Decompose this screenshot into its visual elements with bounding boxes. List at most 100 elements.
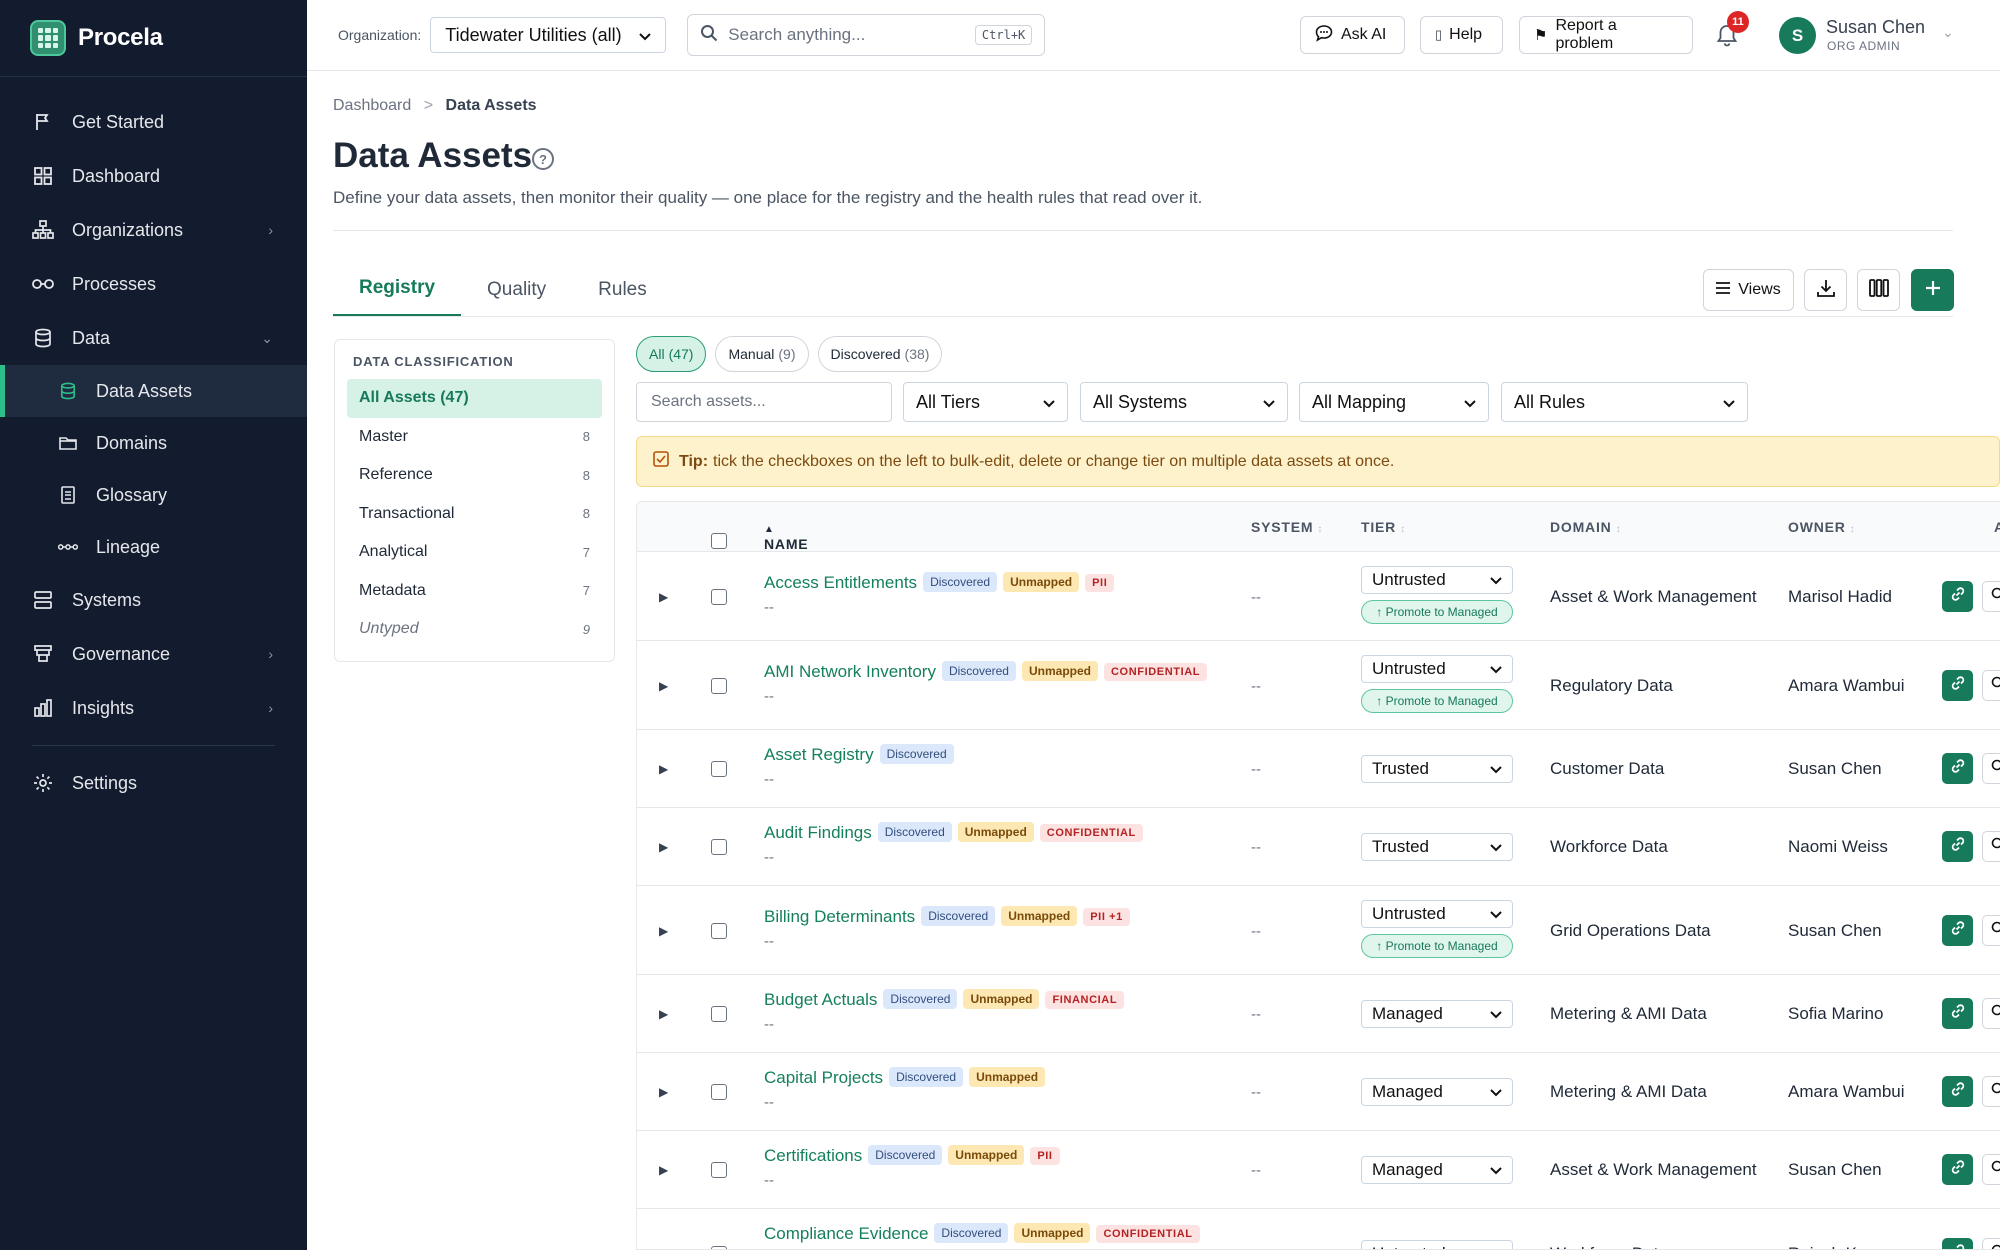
- user-name[interactable]: Susan Chen: [1826, 17, 1925, 38]
- sidebar-item-settings[interactable]: Settings: [0, 756, 307, 810]
- tab-quality[interactable]: Quality: [461, 262, 572, 317]
- global-search-input[interactable]: Search anything... Ctrl+K: [687, 14, 1046, 56]
- mapping-filter-select[interactable]: All Mapping: [1299, 382, 1489, 422]
- promote-to-managed-button[interactable]: ↑ Promote to Managed: [1361, 934, 1513, 958]
- views-button[interactable]: Views: [1703, 269, 1794, 311]
- column-header-tier[interactable]: TIER ↕: [1361, 519, 1406, 535]
- inspect-asset-button[interactable]: [1982, 998, 2000, 1029]
- link-mapping-button[interactable]: [1942, 1076, 1973, 1107]
- row-checkbox[interactable]: [711, 677, 727, 694]
- asset-name-link[interactable]: Certifications: [764, 1146, 862, 1165]
- sidebar-item-organizations[interactable]: Organizations ›: [0, 203, 307, 257]
- link-mapping-button[interactable]: [1942, 1237, 1973, 1249]
- pill-all[interactable]: All (47): [636, 336, 707, 372]
- system-filter-select[interactable]: All Systems: [1080, 382, 1288, 422]
- row-checkbox[interactable]: [711, 1006, 727, 1022]
- row-checkbox[interactable]: [711, 1162, 727, 1178]
- column-header-owner[interactable]: OWNER ↕: [1788, 519, 1855, 535]
- expand-row-icon[interactable]: ▶: [659, 1085, 668, 1099]
- classification-item-analytical[interactable]: Analytical 7: [347, 533, 602, 572]
- table-row[interactable]: ▶ Billing Determinants Discovered Unmapped P…: [637, 886, 2000, 975]
- asset-name-link[interactable]: Access Entitlements: [764, 573, 917, 592]
- brand[interactable]: Procela: [0, 0, 307, 77]
- classification-item-untyped[interactable]: Untyped 9: [347, 610, 602, 649]
- inspect-asset-button[interactable]: [1982, 580, 2000, 612]
- inspect-asset-button[interactable]: [1982, 914, 2000, 946]
- inspect-asset-button[interactable]: [1982, 1237, 2000, 1249]
- table-row[interactable]: ▶ Access Entitlements Discovered Unmapped PI…: [637, 552, 2000, 641]
- tier-select[interactable]: Untrusted: [1361, 655, 1513, 683]
- sidebar-item-data[interactable]: Data ⌄: [0, 311, 307, 365]
- tier-select[interactable]: Managed: [1361, 1078, 1513, 1106]
- table-row[interactable]: ▶ Compliance Evidence DiscoveredUnmapped CO…: [637, 1209, 2000, 1249]
- download-button[interactable]: [1804, 269, 1847, 311]
- link-mapping-button[interactable]: [1942, 914, 1973, 946]
- tier-filter-select[interactable]: All Tiers: [903, 382, 1068, 422]
- sidebar-item-dashboard[interactable]: Dashboard: [0, 149, 307, 203]
- classification-item-reference[interactable]: Reference 8: [347, 456, 602, 495]
- chevron-down-icon[interactable]: ⌄: [1942, 24, 1954, 41]
- link-mapping-button[interactable]: [1942, 831, 1973, 862]
- column-header-name[interactable]: NAME ▲: [764, 519, 808, 552]
- row-checkbox[interactable]: [711, 922, 727, 939]
- table-row[interactable]: ▶ Certifications Discovered Unmapped PII -- --…: [637, 1131, 2000, 1209]
- asset-name-link[interactable]: Compliance Evidence: [764, 1224, 928, 1243]
- link-mapping-button[interactable]: [1942, 753, 1973, 784]
- link-mapping-button[interactable]: [1942, 669, 1973, 701]
- report-problem-button[interactable]: ⚑ Report a problem: [1519, 16, 1693, 54]
- row-checkbox[interactable]: [711, 1084, 727, 1100]
- link-mapping-button[interactable]: [1942, 998, 1973, 1029]
- tier-select[interactable]: Managed: [1361, 1000, 1513, 1028]
- tab-rules[interactable]: Rules: [572, 262, 673, 317]
- sidebar-item-domains[interactable]: Domains: [0, 417, 307, 469]
- tier-select[interactable]: Managed: [1361, 1156, 1513, 1184]
- link-mapping-button[interactable]: [1942, 580, 1973, 612]
- sidebar-item-insights[interactable]: Insights ›: [0, 681, 307, 735]
- column-header-system[interactable]: SYSTEM ↕: [1251, 519, 1323, 535]
- row-checkbox[interactable]: [711, 839, 727, 855]
- sidebar-item-lineage[interactable]: Lineage: [0, 521, 307, 573]
- table-row[interactable]: ▶ Capital Projects Discovered Unmapped -- -- M…: [637, 1053, 2000, 1131]
- column-header-domain[interactable]: DOMAIN ↕: [1550, 519, 1621, 535]
- columns-button[interactable]: [1857, 269, 1900, 311]
- link-mapping-button[interactable]: [1942, 1154, 1973, 1185]
- expand-row-icon[interactable]: ▶: [659, 679, 668, 693]
- asset-search-input[interactable]: Search assets...: [636, 382, 892, 422]
- classification-item-all[interactable]: All Assets (47): [347, 379, 602, 418]
- sidebar-item-systems[interactable]: Systems: [0, 573, 307, 627]
- sidebar-item-data-assets[interactable]: Data Assets: [0, 365, 307, 417]
- help-button[interactable]: ▯ Help: [1420, 16, 1503, 54]
- pill-discovered[interactable]: Discovered (38): [817, 336, 943, 372]
- asset-name-link[interactable]: Capital Projects: [764, 1068, 883, 1087]
- tier-select[interactable]: Untrusted: [1361, 900, 1513, 928]
- table-row[interactable]: ▶ Asset Registry Discovered -- -- Trusted Cust…: [637, 730, 2000, 808]
- avatar[interactable]: S: [1779, 17, 1816, 54]
- tier-select[interactable]: Untrusted: [1361, 566, 1513, 594]
- inspect-asset-button[interactable]: [1982, 1154, 2000, 1185]
- promote-to-managed-button[interactable]: ↑ Promote to Managed: [1361, 600, 1513, 624]
- pill-manual[interactable]: Manual (9): [715, 336, 809, 372]
- tier-select[interactable]: Untrusted: [1361, 1239, 1513, 1249]
- row-checkbox[interactable]: [711, 1245, 727, 1249]
- row-checkbox[interactable]: [711, 588, 727, 605]
- row-checkbox[interactable]: [711, 761, 727, 777]
- expand-row-icon[interactable]: ▶: [659, 840, 668, 854]
- sidebar-item-get-started[interactable]: Get Started: [0, 95, 307, 149]
- inspect-asset-button[interactable]: [1982, 669, 2000, 701]
- table-row[interactable]: ▶ Budget Actuals Discovered Unmapped FINANCI…: [637, 975, 2000, 1053]
- promote-to-managed-button[interactable]: ↑ Promote to Managed: [1361, 689, 1513, 713]
- table-row[interactable]: ▶ Audit Findings Discovered Unmapped CONFIDE…: [637, 808, 2000, 886]
- inspect-asset-button[interactable]: [1982, 831, 2000, 862]
- sidebar-item-governance[interactable]: Governance ›: [0, 627, 307, 681]
- classification-item-transactional[interactable]: Transactional 8: [347, 495, 602, 534]
- asset-name-link[interactable]: Asset Registry: [764, 745, 874, 764]
- expand-row-icon[interactable]: ▶: [659, 762, 668, 776]
- table-row[interactable]: ▶ AMI Network Inventory Discovered Unmapped…: [637, 641, 2000, 730]
- classification-item-master[interactable]: Master 8: [347, 418, 602, 457]
- asset-name-link[interactable]: Budget Actuals: [764, 990, 877, 1009]
- tier-select[interactable]: Trusted: [1361, 755, 1513, 783]
- asset-name-link[interactable]: Audit Findings: [764, 823, 872, 842]
- sidebar-item-processes[interactable]: Processes: [0, 257, 307, 311]
- tab-registry[interactable]: Registry: [333, 262, 462, 317]
- expand-row-icon[interactable]: ▶: [659, 590, 668, 604]
